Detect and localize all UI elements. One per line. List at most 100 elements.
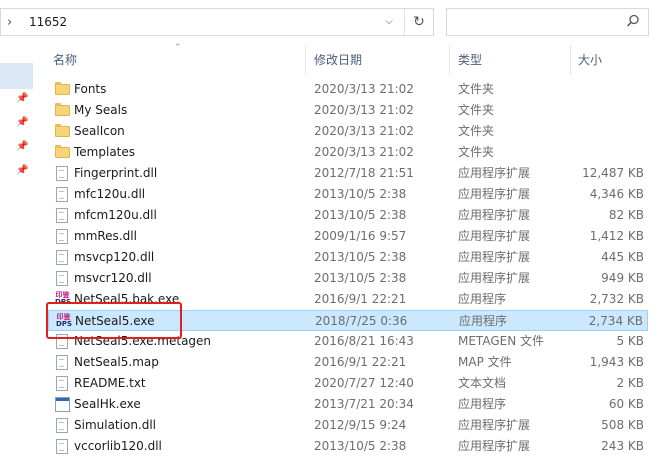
pin-icon: 📌	[16, 141, 29, 152]
navigation-pane[interactable]: 📌 📌 📌 📌	[0, 45, 33, 464]
file-row[interactable]: SealIcon 2020/3/13 21:02 文件夹	[48, 121, 648, 142]
file-row[interactable]: SealHk.exe 2013/7/21 20:34 应用程序 60 KB	[48, 394, 648, 415]
file-size: 445 KB	[601, 250, 644, 264]
file-type: 应用程序	[458, 397, 507, 411]
file-date: 2013/10/5 2:38	[314, 439, 407, 453]
file-type: 应用程序扩展	[458, 187, 531, 201]
file-type: 应用程序扩展	[458, 229, 531, 243]
file-type: 文件夹	[458, 124, 495, 138]
file-type: 应用程序扩展	[458, 166, 531, 180]
file-row[interactable]: Templates 2020/3/13 21:02 文件夹	[48, 142, 648, 163]
file-name: My Seals	[74, 103, 128, 117]
file-date: 2013/10/5 2:38	[314, 271, 407, 285]
file-name: SealHk.exe	[74, 397, 141, 411]
file-type: 应用程序扩展	[458, 418, 531, 432]
file-name: mfcm120u.dll	[74, 208, 157, 222]
dll-icon	[56, 418, 68, 433]
file-name: Templates	[74, 145, 136, 159]
dll-icon	[56, 229, 68, 244]
toolbar: › 11652 ⌵ ↻	[0, 0, 656, 45]
file-date: 2016/9/1 22:21	[314, 292, 407, 306]
file-row[interactable]: Fingerprint.dll 2012/7/18 21:51 应用程序扩展 12,4…	[48, 163, 648, 184]
column-header-name[interactable]: 名称	[53, 45, 77, 75]
file-type: 文件夹	[458, 103, 495, 117]
file-size: 508 KB	[601, 418, 644, 432]
column-header-size[interactable]: 大小	[578, 45, 602, 75]
file-size: 60 KB	[608, 397, 644, 411]
file-type: METAGEN 文件	[458, 334, 545, 348]
file-row[interactable]: mfc120u.dll 2013/10/5 2:38 应用程序扩展 4,346 KB	[48, 184, 648, 205]
file-size: 1,943 KB	[589, 355, 644, 369]
dll-icon	[56, 208, 68, 223]
search-box[interactable]	[446, 8, 649, 36]
file-date: 2013/10/5 2:38	[314, 187, 407, 201]
search-icon[interactable]	[626, 14, 640, 28]
file-date: 2016/8/21 16:43	[314, 334, 414, 348]
file-date: 2009/1/16 9:57	[314, 229, 407, 243]
file-type: 应用程序扩展	[458, 250, 531, 264]
column-headers: ⌃ 名称 修改日期 类型 大小	[33, 43, 656, 75]
file-date: 2020/3/13 21:02	[314, 145, 414, 159]
file-icon	[56, 355, 68, 370]
dll-icon	[56, 250, 68, 265]
pin-icon: 📌	[16, 165, 29, 176]
exe-icon	[55, 397, 70, 412]
column-divider[interactable]	[449, 45, 450, 75]
file-type: 应用程序	[458, 292, 507, 306]
file-type: MAP 文件	[458, 355, 512, 369]
file-size: 2,732 KB	[589, 292, 644, 306]
column-divider[interactable]	[570, 45, 571, 75]
pin-icon: 📌	[16, 93, 29, 104]
file-row[interactable]: mfcm120u.dll 2013/10/5 2:38 应用程序扩展 82 KB	[48, 205, 648, 226]
breadcrumb-chevron-icon[interactable]: ›	[7, 15, 12, 30]
file-row[interactable]: My Seals 2020/3/13 21:02 文件夹	[48, 100, 648, 121]
file-row[interactable]: mmRes.dll 2009/1/16 9:57 应用程序扩展 1,412 KB	[48, 226, 648, 247]
file-date: 2016/9/1 22:21	[314, 355, 407, 369]
file-type: 文件夹	[458, 82, 495, 96]
file-size: 12,487 KB	[582, 166, 644, 180]
file-date: 2013/7/21 20:34	[314, 397, 414, 411]
file-type: 应用程序	[459, 314, 508, 328]
file-name: Fonts	[74, 82, 107, 96]
file-date: 2020/3/13 21:02	[314, 82, 414, 96]
file-size: 243 KB	[601, 439, 644, 453]
file-name: Fingerprint.dll	[74, 166, 158, 180]
column-header-type[interactable]: 类型	[458, 45, 482, 75]
folder-icon	[55, 124, 70, 137]
file-row[interactable]: README.txt 2020/7/27 12:40 文本文档 2 KB	[48, 373, 648, 394]
file-size: 2 KB	[616, 376, 644, 390]
breadcrumb-current-folder[interactable]: 11652	[29, 15, 67, 29]
file-name: mfc120u.dll	[74, 187, 146, 201]
file-name: msvcr120.dll	[74, 271, 152, 285]
file-name: vccorlib120.dll	[74, 439, 162, 453]
file-date: 2013/10/5 2:38	[314, 250, 407, 264]
file-date: 2012/7/18 21:51	[314, 166, 414, 180]
file-row[interactable]: vccorlib120.dll 2013/10/5 2:38 应用程序扩展 243 K…	[48, 436, 648, 457]
file-date: 2012/9/15 9:24	[314, 418, 407, 432]
file-name: SealIcon	[74, 124, 125, 138]
nav-selected-item[interactable]	[0, 63, 33, 89]
file-row[interactable]: Fonts 2020/3/13 21:02 文件夹	[48, 79, 648, 100]
column-divider[interactable]	[305, 45, 306, 75]
file-row[interactable]: NetSeal5.map 2016/9/1 22:21 MAP 文件 1,943 KB	[48, 352, 648, 373]
file-row[interactable]: msvcr120.dll 2013/10/5 2:38 应用程序扩展 949 KB	[48, 268, 648, 289]
dll-icon	[56, 271, 68, 286]
file-row[interactable]: Simulation.dll 2012/9/15 9:24 应用程序扩展 508 KB	[48, 415, 648, 436]
folder-icon	[55, 145, 70, 158]
refresh-icon[interactable]: ↻	[404, 9, 433, 35]
file-type: 文本文档	[458, 376, 507, 390]
file-date: 2018/7/25 0:36	[315, 314, 408, 328]
address-history-dropdown-icon[interactable]: ⌵	[376, 9, 402, 35]
file-size: 4,346 KB	[589, 187, 644, 201]
dll-icon	[56, 187, 68, 202]
column-header-date[interactable]: 修改日期	[314, 45, 362, 75]
file-row[interactable]: msvcp120.dll 2013/10/5 2:38 应用程序扩展 445 KB	[48, 247, 648, 268]
address-bar[interactable]: › 11652 ⌵ ↻	[0, 8, 434, 36]
dll-icon	[56, 439, 68, 454]
file-type: 应用程序扩展	[458, 439, 531, 453]
sort-ascending-icon: ⌃	[174, 43, 182, 53]
folder-icon	[55, 103, 70, 116]
file-size: 82 KB	[608, 208, 644, 222]
file-name: README.txt	[74, 376, 146, 390]
file-name: msvcp120.dll	[74, 250, 155, 264]
